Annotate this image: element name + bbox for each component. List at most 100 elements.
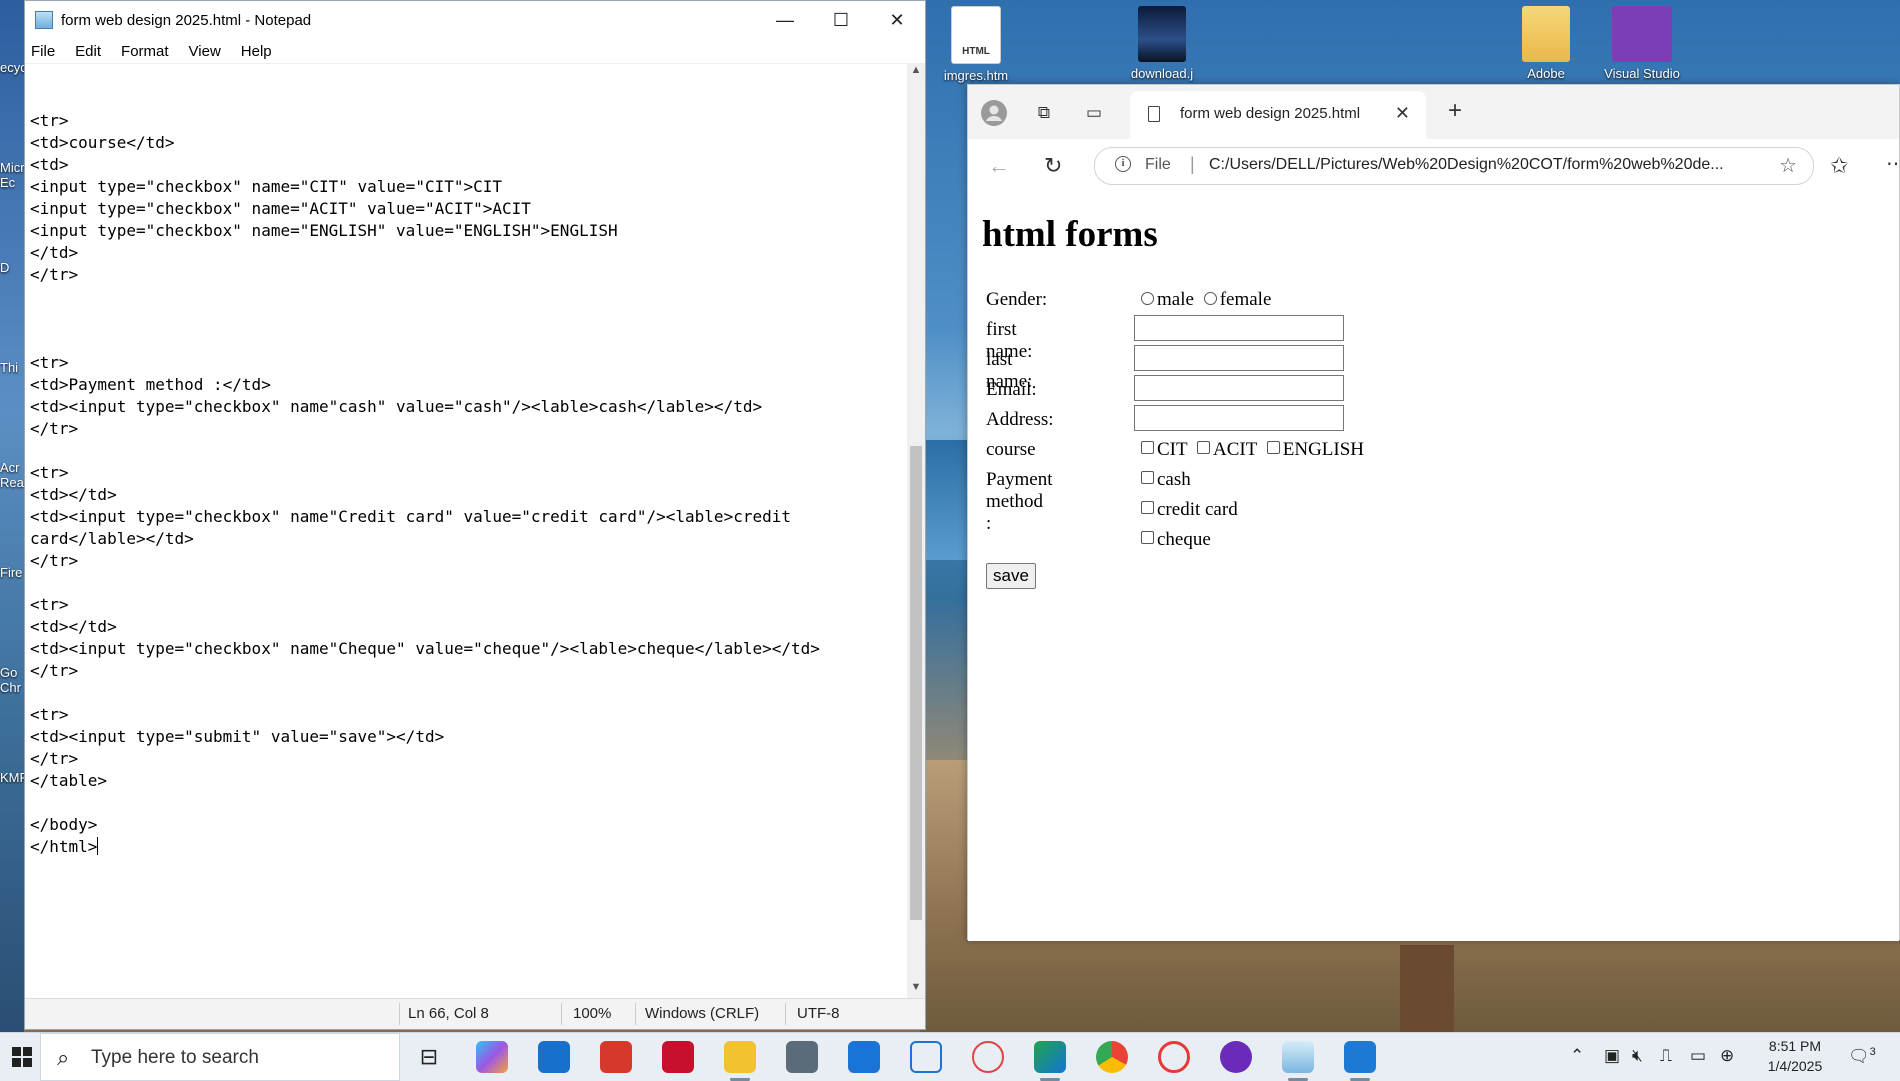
refresh-icon[interactable]: ↻ bbox=[1044, 153, 1062, 179]
language-globe-icon[interactable]: ⊕ bbox=[1720, 1046, 1734, 1066]
desktop-icon-download[interactable]: download.j bbox=[1116, 6, 1208, 81]
desktop-icon-kmp[interactable]: KMF bbox=[0, 770, 24, 814]
address-input[interactable] bbox=[1134, 405, 1344, 431]
notepad-title-bar[interactable]: form web design 2025.html - Notepad — ☐ … bbox=[25, 1, 925, 39]
meet-now-icon[interactable]: ▣ bbox=[1604, 1046, 1620, 1066]
favorites-icon[interactable]: ✩ bbox=[1830, 153, 1848, 179]
desktop-icon-adobe[interactable]: Adobe bbox=[1500, 6, 1592, 81]
volume-muted-icon[interactable]: 🔇︎ bbox=[1632, 1046, 1643, 1066]
photos-app-icon[interactable] bbox=[972, 1041, 1004, 1073]
checkbox-cit[interactable] bbox=[1141, 441, 1154, 454]
form-row-gender: Gender: male female bbox=[986, 289, 1271, 319]
windows-start-icon[interactable] bbox=[12, 1047, 32, 1067]
desktop-icon-recycle[interactable]: ecyc bbox=[0, 60, 24, 104]
clock-date: 1/4/2025 bbox=[1767, 1058, 1823, 1074]
notepad-app-icon bbox=[35, 11, 53, 29]
desktop-icon-edge[interactable]: Micr Ec bbox=[0, 160, 24, 204]
form-row-email: Email: bbox=[986, 375, 1344, 409]
save-button[interactable]: save bbox=[986, 563, 1036, 589]
web-page: html forms Gender: male female first nam… bbox=[968, 191, 1899, 941]
network-icon[interactable]: ⎍ bbox=[1660, 1046, 1672, 1066]
favorite-star-icon[interactable]: ☆ bbox=[1779, 153, 1797, 178]
address-bar[interactable]: i File | C:/Users/DELL/Pictures/Web%20De… bbox=[1094, 147, 1814, 185]
menu-file[interactable]: File bbox=[31, 43, 55, 60]
maximize-button[interactable]: ☐ bbox=[813, 1, 869, 39]
file-explorer-icon[interactable] bbox=[724, 1041, 756, 1081]
desktop-icon-label: Fire bbox=[0, 565, 23, 580]
paint-icon[interactable] bbox=[1344, 1041, 1376, 1081]
status-divider bbox=[561, 1003, 562, 1025]
desktop-icon-thispc[interactable]: Thi bbox=[0, 360, 24, 404]
azure-icon[interactable] bbox=[910, 1041, 942, 1073]
first-name-input[interactable] bbox=[1134, 315, 1344, 341]
show-hidden-icons-chevron-icon[interactable]: ⌃ bbox=[1570, 1046, 1584, 1066]
checkbox-cash-label: cash bbox=[1157, 469, 1191, 490]
new-tab-icon[interactable]: + bbox=[1448, 97, 1462, 125]
close-button[interactable]: ✕ bbox=[869, 1, 925, 39]
scroll-down-icon[interactable]: ▼ bbox=[907, 981, 925, 999]
form-row-submit: save bbox=[986, 563, 1036, 593]
checkbox-credit-card[interactable] bbox=[1141, 501, 1154, 514]
html-form: Gender: male female first name: last nam… bbox=[986, 289, 1364, 593]
task-view-icon[interactable]: ⊟ bbox=[413, 1041, 445, 1073]
form-row-last-name: last name: bbox=[986, 345, 1344, 392]
status-zoom: 100% bbox=[573, 1005, 612, 1022]
profile-icon[interactable] bbox=[980, 99, 1008, 127]
desktop-icon-acrobat[interactable]: Acr Rea bbox=[0, 460, 24, 504]
copilot-icon[interactable] bbox=[476, 1041, 508, 1073]
desktop-icon-visual-studio[interactable]: Visual Studio bbox=[1596, 6, 1688, 81]
email-input[interactable] bbox=[1134, 375, 1344, 401]
notepad-code: <tr> <td>course</td> <td> <input type="c… bbox=[30, 111, 820, 856]
calculator-icon[interactable] bbox=[786, 1041, 818, 1073]
radio-male-label: male bbox=[1157, 289, 1194, 310]
browser-tab[interactable]: form web design 2025.html ✕ bbox=[1130, 91, 1426, 139]
tab-close-icon[interactable]: ✕ bbox=[1395, 103, 1410, 124]
checkbox-cheque[interactable] bbox=[1141, 531, 1154, 544]
yandex-icon[interactable] bbox=[1158, 1041, 1190, 1073]
desktop-icon-firefox[interactable]: Fire bbox=[0, 565, 24, 609]
ecu-app-icon[interactable] bbox=[662, 1041, 694, 1073]
desktop-icon-chrome[interactable]: Go Chr bbox=[0, 665, 24, 709]
outlook-icon[interactable] bbox=[538, 1041, 570, 1073]
chrome-icon[interactable] bbox=[1096, 1041, 1128, 1073]
taskbar-search[interactable]: ⌕ Type here to search bbox=[40, 1033, 400, 1081]
notepad-taskbar-icon[interactable] bbox=[1282, 1041, 1314, 1081]
mail-icon[interactable] bbox=[848, 1041, 880, 1073]
info-icon[interactable]: i bbox=[1115, 156, 1131, 172]
address-label: Address: bbox=[986, 409, 1054, 430]
menu-view[interactable]: View bbox=[189, 43, 221, 60]
scrollbar-thumb[interactable] bbox=[910, 446, 922, 920]
back-arrow-icon[interactable]: ← bbox=[988, 153, 1010, 179]
desktop-icon-folder[interactable]: D bbox=[0, 260, 24, 304]
last-name-input[interactable] bbox=[1134, 345, 1344, 371]
battery-icon[interactable]: ▭ bbox=[1690, 1046, 1706, 1066]
radio-female[interactable] bbox=[1203, 292, 1217, 305]
checkbox-english[interactable] bbox=[1266, 441, 1280, 454]
media-app-icon[interactable] bbox=[1220, 1041, 1252, 1073]
menu-format[interactable]: Format bbox=[121, 43, 169, 60]
office-app-icon[interactable] bbox=[600, 1041, 632, 1073]
notepad-text-area[interactable]: <tr> <td>course</td> <td> <input type="c… bbox=[25, 64, 907, 999]
edge-icon[interactable] bbox=[1034, 1041, 1066, 1081]
vertical-scrollbar[interactable]: ▲ ▼ bbox=[907, 64, 925, 999]
scroll-up-icon[interactable]: ▲ bbox=[907, 64, 925, 82]
menu-edit[interactable]: Edit bbox=[75, 43, 101, 60]
workspaces-icon[interactable]: ⧉ bbox=[1030, 99, 1058, 127]
email-label: Email: bbox=[986, 379, 1037, 400]
desktop-icon-imgres[interactable]: HTML imgres.htm bbox=[930, 6, 1022, 83]
tab-actions-icon[interactable]: ▭ bbox=[1080, 99, 1108, 127]
desktop-icon-label: Adobe bbox=[1527, 66, 1565, 81]
more-menu-icon[interactable]: ⋯ bbox=[1886, 151, 1900, 176]
checkbox-acit[interactable] bbox=[1197, 441, 1211, 454]
checkbox-cash[interactable] bbox=[1141, 471, 1154, 484]
status-divider bbox=[399, 1003, 400, 1025]
radio-male[interactable] bbox=[1141, 292, 1154, 305]
minimize-button[interactable]: — bbox=[757, 1, 813, 39]
address-url[interactable]: C:/Users/DELL/Pictures/Web%20Design%20CO… bbox=[1209, 156, 1724, 174]
menu-help[interactable]: Help bbox=[241, 43, 272, 60]
notifications-icon[interactable]: 🗨︎3 bbox=[1848, 1046, 1876, 1067]
notepad-status-bar: Ln 66, Col 8 100% Windows (CRLF) UTF-8 bbox=[25, 998, 925, 1029]
page-heading: html forms bbox=[982, 214, 1158, 255]
desktop-icon-label: KMF bbox=[0, 770, 24, 785]
taskbar-clock[interactable]: 8:51 PM 1/4/2025 bbox=[1760, 1036, 1830, 1076]
